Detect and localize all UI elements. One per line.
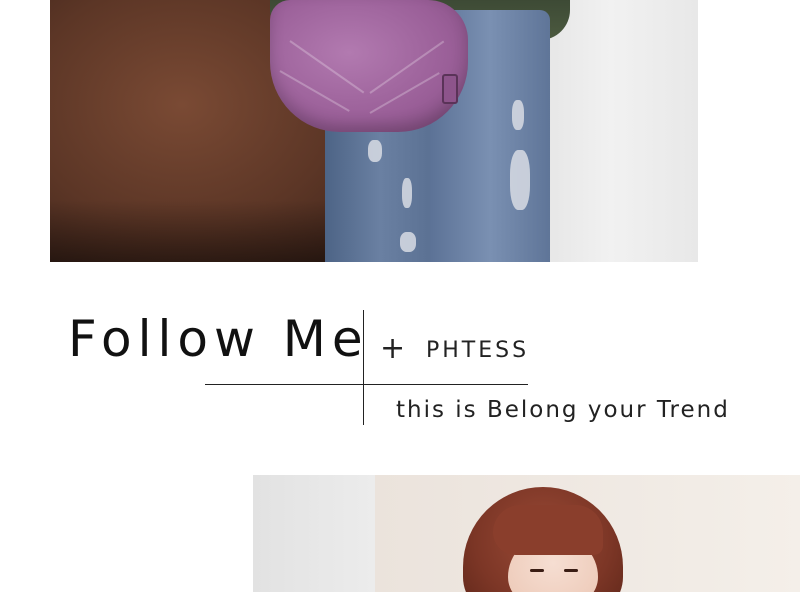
plus-icon: + [380, 331, 406, 366]
jeans-rip [368, 140, 382, 162]
jeans-rip [400, 232, 416, 252]
model-eye [564, 569, 578, 572]
follow-me-title: Follow Me [68, 310, 369, 368]
brand-name: PHTESS [426, 338, 530, 363]
vertical-divider [363, 310, 364, 425]
jeans-rip [512, 100, 524, 130]
product-photo-bottom [253, 475, 800, 592]
jeans-rip [510, 150, 530, 210]
model-eye [530, 569, 544, 572]
purple-handbag [270, 0, 468, 132]
bag-stitch [369, 72, 440, 114]
model-hair-fringe [493, 505, 603, 555]
bag-buckle [442, 74, 458, 104]
tagline: this is Belong your Trend [396, 397, 730, 423]
product-photo-top [50, 0, 698, 262]
background-wall-left [253, 475, 375, 592]
horizontal-divider [205, 384, 528, 385]
jeans-rip [402, 178, 412, 208]
bag-stitch [289, 40, 365, 94]
bag-stitch [369, 40, 445, 94]
